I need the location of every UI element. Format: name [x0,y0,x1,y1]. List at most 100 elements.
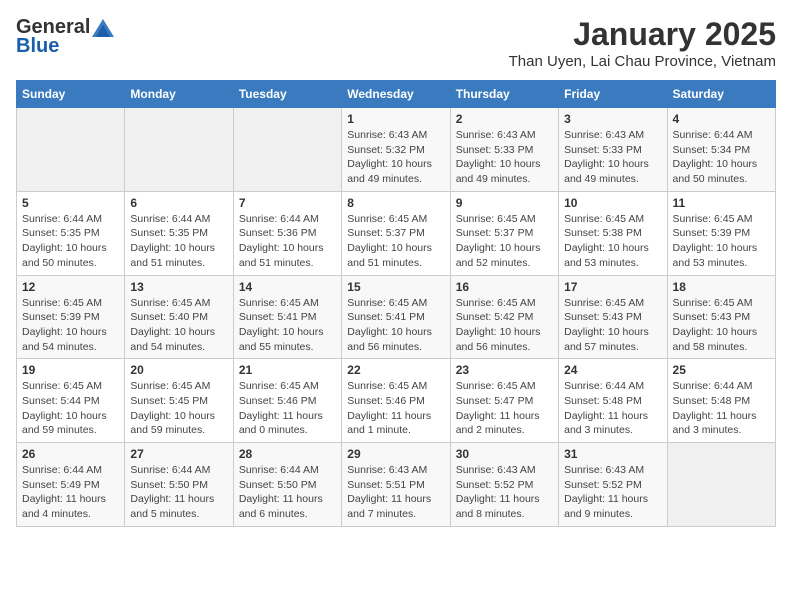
day-number: 6 [130,196,227,210]
day-number: 2 [456,112,553,126]
day-info: Sunrise: 6:44 AMSunset: 5:48 PMDaylight:… [673,379,770,438]
day-number: 12 [22,280,119,294]
day-number: 15 [347,280,444,294]
day-info: Sunrise: 6:44 AMSunset: 5:49 PMDaylight:… [22,463,119,522]
calendar-cell: 17 Sunrise: 6:45 AMSunset: 5:43 PMDayligh… [559,275,667,359]
day-info: Sunrise: 6:44 AMSunset: 5:50 PMDaylight:… [130,463,227,522]
calendar-cell: 29Sunrise: 6:43 AMSunset: 5:51 PMDayligh… [342,443,450,527]
day-info: Sunrise: 6:43 AMSunset: 5:52 PMDaylight:… [456,463,553,522]
day-info: Sunrise: 6:45 AMSunset: 5:46 PMDaylight:… [347,379,444,438]
day-info: Sunrise: 6:45 AMSunset: 5:41 PMDaylight:… [239,296,336,355]
day-number: 4 [673,112,770,126]
day-number: 24 [564,363,661,377]
day-number: 8 [347,196,444,210]
calendar-cell [125,108,233,192]
day-info: Sunrise: 6:44 AMSunset: 5:35 PMDaylight:… [130,212,227,271]
day-info: Sunrise: 6:44 AMSunset: 5:36 PMDaylight:… [239,212,336,271]
calendar-cell: 24 Sunrise: 6:44 AMSunset: 5:48 PMDayligh… [559,359,667,443]
calendar-cell: 21 Sunrise: 6:45 AMSunset: 5:46 PMDayligh… [233,359,341,443]
calendar-cell: 23Sunrise: 6:45 AMSunset: 5:47 PMDayligh… [450,359,558,443]
calendar-cell: 11 Sunrise: 6:45 AMSunset: 5:39 PMDayligh… [667,191,775,275]
calendar-cell: 15 Sunrise: 6:45 AMSunset: 5:41 PMDayligh… [342,275,450,359]
week-row-5: 26 Sunrise: 6:44 AMSunset: 5:49 PMDayligh… [17,443,776,527]
day-info: Sunrise: 6:45 AMSunset: 5:43 PMDaylight:… [564,296,661,355]
logo: General Blue [16,16,114,58]
day-number: 26 [22,447,119,461]
calendar-cell: 28 Sunrise: 6:44 AMSunset: 5:50 PMDayligh… [233,443,341,527]
day-info: Sunrise: 6:45 AMSunset: 5:43 PMDaylight:… [673,296,770,355]
calendar-title: January 2025 [509,16,776,53]
day-info: Sunrise: 6:44 AMSunset: 5:48 PMDaylight:… [564,379,661,438]
calendar-cell: 19 Sunrise: 6:45 AMSunset: 5:44 PMDayligh… [17,359,125,443]
day-number: 27 [130,447,227,461]
calendar-cell: 25 Sunrise: 6:44 AMSunset: 5:48 PMDayligh… [667,359,775,443]
day-number: 23 [456,363,553,377]
day-header-thursday: Thursday [450,81,558,108]
calendar-cell: 10 Sunrise: 6:45 AMSunset: 5:38 PMDayligh… [559,191,667,275]
day-info: Sunrise: 6:45 AMSunset: 5:41 PMDaylight:… [347,296,444,355]
days-header-row: SundayMondayTuesdayWednesdayThursdayFrid… [17,81,776,108]
calendar-cell [667,443,775,527]
calendar-cell: 7Sunrise: 6:44 AMSunset: 5:36 PMDaylight… [233,191,341,275]
day-header-saturday: Saturday [667,81,775,108]
day-number: 29 [347,447,444,461]
calendar-cell: 16 Sunrise: 6:45 AMSunset: 5:42 PMDayligh… [450,275,558,359]
day-header-tuesday: Tuesday [233,81,341,108]
calendar-cell: 26 Sunrise: 6:44 AMSunset: 5:49 PMDayligh… [17,443,125,527]
title-area: January 2025 Than Uyen, Lai Chau Provinc… [509,16,776,70]
calendar-cell: 4 Sunrise: 6:44 AMSunset: 5:34 PMDaylight… [667,108,775,192]
day-info: Sunrise: 6:45 AMSunset: 5:44 PMDaylight:… [22,379,119,438]
day-number: 31 [564,447,661,461]
day-number: 25 [673,363,770,377]
day-info: Sunrise: 6:45 AMSunset: 5:39 PMDaylight:… [22,296,119,355]
calendar-cell: 1 Sunrise: 6:43 AMSunset: 5:32 PMDaylight… [342,108,450,192]
day-info: Sunrise: 6:45 AMSunset: 5:39 PMDaylight:… [673,212,770,271]
day-info: Sunrise: 6:45 AMSunset: 5:46 PMDaylight:… [239,379,336,438]
day-header-monday: Monday [125,81,233,108]
logo-icon [92,19,114,37]
day-number: 10 [564,196,661,210]
day-number: 11 [673,196,770,210]
day-number: 13 [130,280,227,294]
day-number: 22 [347,363,444,377]
calendar-cell: 9Sunrise: 6:45 AMSunset: 5:37 PMDaylight… [450,191,558,275]
calendar-cell: 5Sunrise: 6:44 AMSunset: 5:35 PMDaylight… [17,191,125,275]
day-number: 18 [673,280,770,294]
calendar-cell: 2Sunrise: 6:43 AMSunset: 5:33 PMDaylight… [450,108,558,192]
day-number: 1 [347,112,444,126]
day-number: 21 [239,363,336,377]
day-number: 28 [239,447,336,461]
week-row-2: 5Sunrise: 6:44 AMSunset: 5:35 PMDaylight… [17,191,776,275]
logo-blue-text: Blue [16,35,59,58]
day-number: 20 [130,363,227,377]
day-number: 3 [564,112,661,126]
day-header-friday: Friday [559,81,667,108]
week-row-3: 12 Sunrise: 6:45 AMSunset: 5:39 PMDayligh… [17,275,776,359]
calendar-cell: 20 Sunrise: 6:45 AMSunset: 5:45 PMDayligh… [125,359,233,443]
calendar-cell: 3 Sunrise: 6:43 AMSunset: 5:33 PMDaylight… [559,108,667,192]
calendar-cell [17,108,125,192]
day-info: Sunrise: 6:44 AMSunset: 5:35 PMDaylight:… [22,212,119,271]
day-info: Sunrise: 6:44 AMSunset: 5:50 PMDaylight:… [239,463,336,522]
day-info: Sunrise: 6:44 AMSunset: 5:34 PMDaylight:… [673,128,770,187]
week-row-4: 19 Sunrise: 6:45 AMSunset: 5:44 PMDayligh… [17,359,776,443]
day-info: Sunrise: 6:45 AMSunset: 5:45 PMDaylight:… [130,379,227,438]
day-number: 17 [564,280,661,294]
calendar-cell: 8Sunrise: 6:45 AMSunset: 5:37 PMDaylight… [342,191,450,275]
calendar-table: SundayMondayTuesdayWednesdayThursdayFrid… [16,80,776,527]
calendar-cell: 6 Sunrise: 6:44 AMSunset: 5:35 PMDaylight… [125,191,233,275]
week-row-1: 1 Sunrise: 6:43 AMSunset: 5:32 PMDaylight… [17,108,776,192]
calendar-cell: 18 Sunrise: 6:45 AMSunset: 5:43 PMDayligh… [667,275,775,359]
day-info: Sunrise: 6:43 AMSunset: 5:52 PMDaylight:… [564,463,661,522]
day-number: 14 [239,280,336,294]
day-info: Sunrise: 6:43 AMSunset: 5:33 PMDaylight:… [564,128,661,187]
day-number: 19 [22,363,119,377]
calendar-cell: 27 Sunrise: 6:44 AMSunset: 5:50 PMDayligh… [125,443,233,527]
day-info: Sunrise: 6:43 AMSunset: 5:32 PMDaylight:… [347,128,444,187]
day-header-wednesday: Wednesday [342,81,450,108]
day-number: 9 [456,196,553,210]
day-info: Sunrise: 6:45 AMSunset: 5:38 PMDaylight:… [564,212,661,271]
day-info: Sunrise: 6:45 AMSunset: 5:42 PMDaylight:… [456,296,553,355]
day-number: 16 [456,280,553,294]
calendar-cell: 22 Sunrise: 6:45 AMSunset: 5:46 PMDayligh… [342,359,450,443]
